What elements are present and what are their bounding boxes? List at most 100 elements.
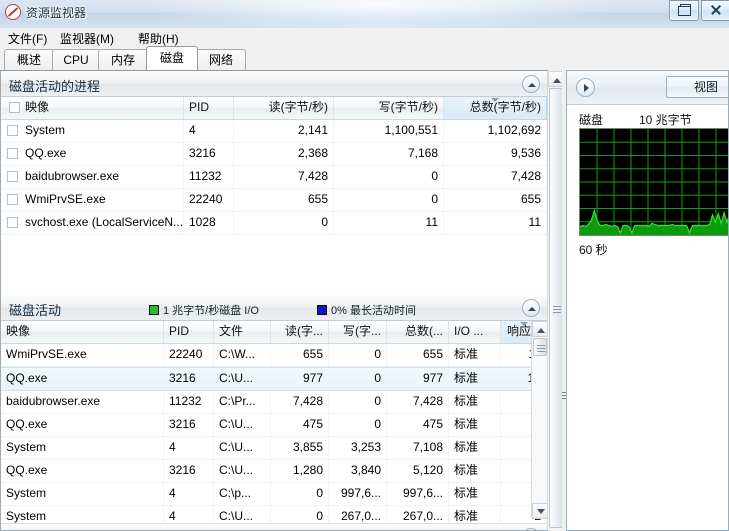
cell-io-priority: 标准 bbox=[449, 344, 501, 366]
col-pid[interactable]: PID bbox=[164, 321, 214, 343]
cell-image: System bbox=[1, 120, 184, 142]
graph-title: 磁盘 bbox=[579, 113, 604, 127]
cell-read: 977 bbox=[271, 368, 329, 390]
legend-text-disk-io: 1 兆字节/秒磁盘 I/O bbox=[163, 305, 259, 317]
cell-total: 9,536 bbox=[444, 143, 547, 165]
table-row[interactable]: System 4 2,141 1,100,551 1,102,692 bbox=[1, 120, 547, 143]
processes-section-header[interactable]: 磁盘活动的进程 bbox=[1, 71, 547, 97]
cell-write: 3,253 bbox=[329, 437, 387, 459]
col-file[interactable]: 文件 bbox=[214, 321, 271, 343]
cell-total: 475 bbox=[387, 414, 449, 436]
cell-write: 0 bbox=[334, 189, 444, 211]
col-total[interactable]: 总数(字节/秒) bbox=[444, 97, 547, 119]
col-image[interactable]: 映像 bbox=[1, 321, 164, 343]
legend-swatch-disk-io bbox=[149, 305, 159, 315]
tab-bar: 概述 CPU 内存 磁盘 网络 bbox=[0, 46, 729, 70]
resource-monitor-icon bbox=[5, 4, 21, 20]
legend-text-active-time: 0% 最长活动时间 bbox=[331, 305, 416, 317]
col-read[interactable]: 读(字... bbox=[271, 321, 329, 343]
cell-total: 977 bbox=[387, 368, 449, 390]
cell-pid: 4 bbox=[164, 437, 214, 459]
col-total[interactable]: 总数(... bbox=[387, 321, 449, 343]
col-read[interactable]: 读(字节/秒) bbox=[234, 97, 334, 119]
table-row[interactable]: System 4 C:\U... 3,855 3,253 7,108 标准 5 bbox=[1, 437, 547, 460]
cell-read: 3,855 bbox=[271, 437, 329, 459]
scroll-up-arrow-icon[interactable] bbox=[532, 321, 547, 337]
col-pid[interactable]: PID bbox=[184, 97, 234, 119]
view-button[interactable]: 视图 bbox=[666, 76, 728, 98]
table-row[interactable]: svchost.exe (LocalServiceN... 1028 0 11 … bbox=[1, 212, 547, 235]
content-scroll-thumb[interactable] bbox=[549, 88, 563, 528]
restore-button[interactable] bbox=[669, 0, 699, 21]
menu-monitor[interactable]: 监视器(M) bbox=[58, 30, 116, 47]
cell-pid: 3216 bbox=[184, 143, 234, 165]
table-row[interactable]: QQ.exe 3216 C:\U... 475 0 475 标准 7 bbox=[1, 414, 547, 437]
cell-io-priority: 标准 bbox=[449, 391, 501, 413]
content-pane-scrollbar[interactable] bbox=[547, 71, 564, 530]
cell-write: 11 bbox=[334, 212, 444, 234]
cell-io-priority: 标准 bbox=[449, 414, 501, 436]
cell-file: C:\U... bbox=[214, 368, 271, 390]
cell-write: 7,168 bbox=[334, 143, 444, 165]
graph-scale: 10 兆字节 bbox=[639, 113, 692, 127]
cell-pid: 3216 bbox=[164, 460, 214, 482]
resource-monitor-window: 资源监视器 文件(F) 监视器(M) 帮助(H) 概述 CPU 内存 磁盘 网络… bbox=[0, 0, 729, 531]
processes-table: 映像 PID 读(字节/秒) 写(字节/秒) 总数(字节/秒) System 4… bbox=[1, 97, 547, 235]
storage-section-header[interactable]: 存储 bbox=[1, 523, 547, 530]
cell-pid: 3216 bbox=[164, 368, 214, 390]
tab-memory[interactable]: 内存 bbox=[98, 49, 148, 70]
col-image[interactable]: 映像 bbox=[1, 97, 184, 119]
table-row[interactable]: WmiPrvSE.exe 22240 C:\W... 655 0 655 标准 … bbox=[1, 344, 547, 367]
table-row[interactable]: QQ.exe 3216 C:\U... 977 0 977 标准 10 bbox=[1, 367, 547, 391]
cell-read: 1,280 bbox=[271, 460, 329, 482]
cell-total: 5,120 bbox=[387, 460, 449, 482]
chevron-right-icon[interactable] bbox=[576, 78, 595, 97]
tab-disk[interactable]: 磁盘 bbox=[146, 46, 198, 70]
activity-section-header[interactable]: 磁盘活动 1 兆字节/秒磁盘 I/O 0% 最长活动时间 bbox=[1, 295, 547, 321]
tab-network[interactable]: 网络 bbox=[196, 49, 246, 70]
cell-pid: 11232 bbox=[164, 391, 214, 413]
cell-write: 3,840 bbox=[329, 460, 387, 482]
table-row[interactable]: WmiPrvSE.exe 22240 655 0 655 bbox=[1, 189, 547, 212]
cell-read: 7,428 bbox=[271, 391, 329, 413]
cell-image: QQ.exe bbox=[1, 460, 164, 482]
chevron-up-icon[interactable] bbox=[522, 299, 540, 317]
activity-table-scrollbar[interactable] bbox=[531, 321, 547, 519]
cell-image: QQ.exe bbox=[1, 368, 164, 390]
cell-read: 475 bbox=[271, 414, 329, 436]
cell-image: WmiPrvSE.exe bbox=[1, 344, 164, 366]
table-row[interactable]: System 4 C:\p... 0 997,6... 997,6... 标准 … bbox=[1, 483, 547, 506]
cell-pid: 1028 bbox=[184, 212, 234, 234]
cell-total: 11 bbox=[444, 212, 547, 234]
cell-pid: 4 bbox=[164, 483, 214, 505]
tab-cpu[interactable]: CPU bbox=[52, 49, 100, 70]
window-controls bbox=[669, 0, 729, 21]
tab-overview[interactable]: 概述 bbox=[4, 49, 54, 70]
disk-graph-svg bbox=[580, 129, 728, 235]
col-io-priority[interactable]: I/O ... bbox=[449, 321, 501, 343]
table-row[interactable]: baidubrowser.exe 11232 C:\Pr... 7,428 0 … bbox=[1, 391, 547, 414]
chevron-up-icon[interactable] bbox=[522, 75, 540, 93]
cell-pid: 4 bbox=[184, 120, 234, 142]
cell-file: C:\U... bbox=[214, 460, 271, 482]
cell-image: QQ.exe bbox=[1, 143, 184, 165]
col-write[interactable]: 写(字... bbox=[329, 321, 387, 343]
close-button[interactable] bbox=[701, 0, 729, 21]
cell-write: 0 bbox=[334, 166, 444, 188]
cell-write: 1,100,551 bbox=[334, 120, 444, 142]
col-write[interactable]: 写(字节/秒) bbox=[334, 97, 444, 119]
cell-total: 997,6... bbox=[387, 483, 449, 505]
cell-total: 7,108 bbox=[387, 437, 449, 459]
cell-file: C:\U... bbox=[214, 414, 271, 436]
cell-write: 0 bbox=[329, 414, 387, 436]
legend-active-time: 0% 最长活动时间 bbox=[317, 302, 416, 318]
table-row[interactable]: QQ.exe 3216 C:\U... 1,280 3,840 5,120 标准… bbox=[1, 460, 547, 483]
processes-section-title: 磁盘活动的进程 bbox=[9, 79, 101, 94]
menu-file[interactable]: 文件(F) bbox=[6, 30, 49, 47]
activity-scroll-thumb[interactable] bbox=[533, 338, 547, 356]
menu-help[interactable]: 帮助(H) bbox=[136, 30, 181, 47]
cell-image: System bbox=[1, 483, 164, 505]
table-row[interactable]: baidubrowser.exe 11232 7,428 0 7,428 bbox=[1, 166, 547, 189]
scroll-down-arrow-icon[interactable] bbox=[532, 503, 547, 519]
table-row[interactable]: QQ.exe 3216 2,368 7,168 9,536 bbox=[1, 143, 547, 166]
